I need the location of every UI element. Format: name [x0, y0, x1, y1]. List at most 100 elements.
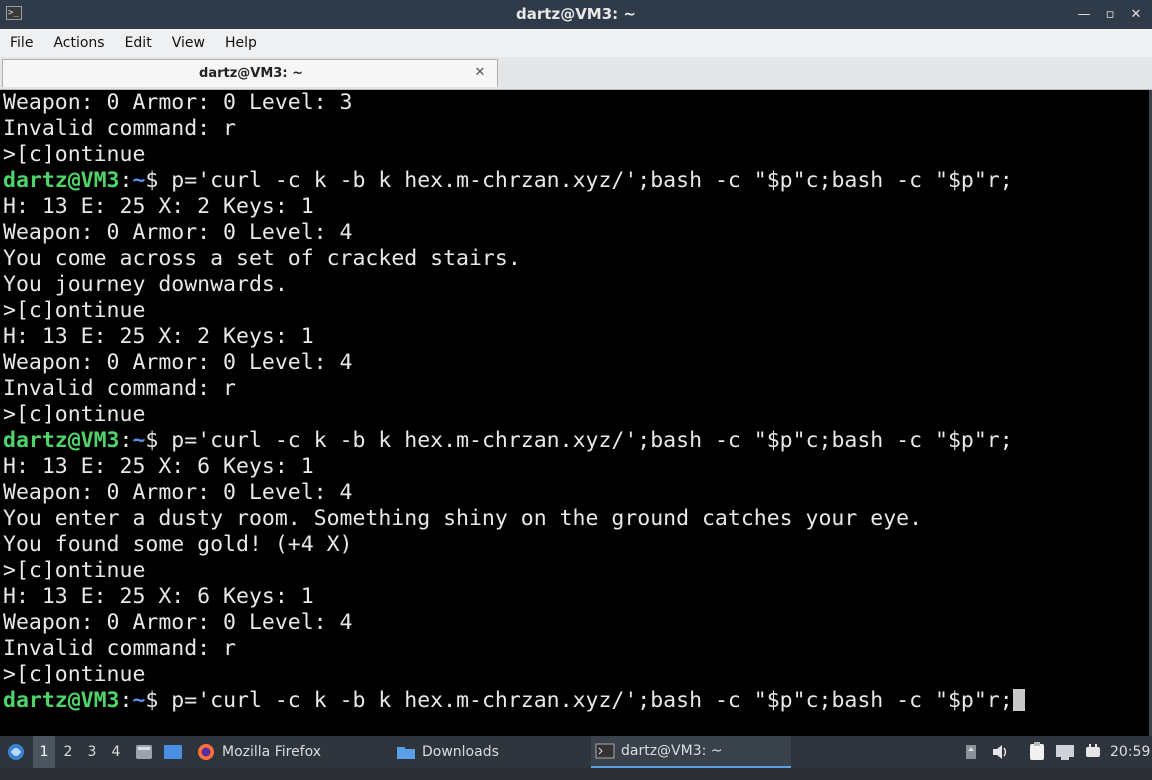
workspace-1[interactable]: 1 [33, 736, 55, 768]
prompt-dollar: $ [145, 168, 159, 193]
output-text: Invalid command: r [3, 636, 236, 661]
tab-terminal[interactable]: dartz@VM3: ~ ✕ [2, 59, 498, 87]
terminal-output-line: You journey downwards. [0, 272, 1149, 298]
output-text: Invalid command: r [3, 116, 236, 141]
restore-icon[interactable]: ▫ [1102, 7, 1118, 23]
terminal-output-line: Invalid command: r [0, 116, 1149, 142]
tab-label: dartz@VM3: ~ [199, 66, 303, 81]
output-text: >[c]ontinue [3, 558, 146, 583]
menu-view[interactable]: View [162, 29, 215, 57]
prompt-separator: : [119, 428, 133, 453]
menu-help[interactable]: Help [215, 29, 267, 57]
output-text: You journey downwards. [3, 272, 288, 297]
close-icon[interactable]: ✕ [1128, 7, 1144, 23]
output-text: >[c]ontinue [3, 662, 146, 687]
taskbar-window-downloads[interactable]: Downloads [392, 736, 503, 768]
taskbar-window-terminal[interactable]: dartz@VM3: ~ [591, 736, 791, 768]
window-controls: — ▫ ✕ [1076, 0, 1144, 29]
show-desktop-icon[interactable] [162, 736, 184, 768]
output-text: Weapon: 0 Armor: 0 Level: 4 [3, 610, 353, 635]
terminal-output-line: You found some gold! (+4 X) [0, 532, 1149, 558]
output-text: You found some gold! (+4 X) [3, 532, 353, 557]
terminal-output-line: Invalid command: r [0, 376, 1149, 402]
taskbar-window-firefox[interactable]: Mozilla Firefox [192, 736, 325, 768]
clipboard-icon[interactable] [1027, 736, 1047, 768]
minimize-icon[interactable]: — [1076, 7, 1092, 23]
output-text: H: 13 E: 25 X: 2 Keys: 1 [3, 324, 314, 349]
prompt-separator: : [119, 168, 133, 193]
terminal-command-line: dartz@VM3:~$ p='curl -c k -b k hex.m-chr… [0, 688, 1149, 714]
terminal-output-line: >[c]ontinue [0, 662, 1149, 688]
power-icon[interactable] [1083, 736, 1103, 768]
firefox-icon [198, 744, 214, 760]
menu-edit[interactable]: Edit [115, 29, 162, 57]
window-title: dartz@VM3: ~ [516, 5, 636, 23]
start-menu-icon[interactable] [4, 736, 28, 768]
output-text: H: 13 E: 25 X: 6 Keys: 1 [3, 454, 314, 479]
terminal-output-line: H: 13 E: 25 X: 6 Keys: 1 [0, 584, 1149, 610]
terminal-output-line: H: 13 E: 25 X: 2 Keys: 1 [0, 324, 1149, 350]
terminal-cursor [1012, 689, 1025, 711]
workspace-4[interactable]: 4 [105, 736, 127, 768]
prompt-dollar: $ [145, 428, 159, 453]
output-text: Weapon: 0 Armor: 0 Level: 4 [3, 480, 353, 505]
taskbar-window-label: Downloads [422, 744, 499, 760]
tab-bar: dartz@VM3: ~ ✕ [0, 57, 1152, 90]
terminal-output-line: Weapon: 0 Armor: 0 Level: 4 [0, 220, 1149, 246]
clock[interactable]: 20:59 [1110, 736, 1150, 768]
workspace-2[interactable]: 2 [57, 736, 79, 768]
terminal-output-line: >[c]ontinue [0, 402, 1149, 428]
output-text: Weapon: 0 Armor: 0 Level: 4 [3, 350, 353, 375]
upload-icon[interactable] [963, 736, 979, 768]
terminal-icon [595, 743, 615, 759]
prompt-user: dartz@VM3 [3, 428, 120, 453]
terminal-output-line: Weapon: 0 Armor: 0 Level: 4 [0, 480, 1149, 506]
terminal-output-line: Invalid command: r [0, 636, 1149, 662]
file-manager-icon[interactable] [134, 736, 154, 768]
menu-bar: File Actions Edit View Help [0, 29, 1152, 57]
prompt-path: ~ [132, 688, 146, 713]
prompt-path: ~ [132, 168, 146, 193]
output-text: H: 13 E: 25 X: 6 Keys: 1 [3, 584, 314, 609]
network-icon[interactable] [1054, 736, 1076, 768]
terminal-output-line: >[c]ontinue [0, 142, 1149, 168]
terminal-output-line: H: 13 E: 25 X: 6 Keys: 1 [0, 454, 1149, 480]
output-text: >[c]ontinue [3, 402, 146, 427]
prompt-dollar: $ [145, 688, 159, 713]
folder-icon [397, 747, 415, 759]
output-text: Invalid command: r [3, 376, 236, 401]
menu-actions[interactable]: Actions [43, 29, 114, 57]
taskbar: 1 2 3 4 Mozilla Firefox Downloads dartz@… [0, 736, 1152, 768]
window-titlebar[interactable]: >_ dartz@VM3: ~ — ▫ ✕ [0, 0, 1152, 29]
taskbar-window-label: Mozilla Firefox [222, 744, 322, 760]
tab-close-icon[interactable]: ✕ [473, 66, 487, 80]
output-text: You come across a set of cracked stairs. [3, 246, 521, 271]
terminal-output-line: H: 13 E: 25 X: 2 Keys: 1 [0, 194, 1149, 220]
terminal-output-line: Weapon: 0 Armor: 0 Level: 4 [0, 610, 1149, 636]
output-text: Weapon: 0 Armor: 0 Level: 3 [3, 90, 353, 115]
volume-icon[interactable] [990, 736, 1010, 768]
command-text: p='curl -c k -b k hex.m-chrzan.xyz/';bas… [158, 688, 1013, 713]
terminal-output[interactable]: Weapon: 0 Armor: 0 Level: 3 Invalid comma… [0, 90, 1149, 736]
output-text: Weapon: 0 Armor: 0 Level: 4 [3, 220, 353, 245]
prompt-user: dartz@VM3 [3, 168, 120, 193]
terminal-command-line: dartz@VM3:~$ p='curl -c k -b k hex.m-chr… [0, 428, 1149, 454]
prompt-separator: : [119, 688, 133, 713]
terminal-output-line: You enter a dusty room. Something shiny … [0, 506, 1149, 532]
workspace-3[interactable]: 3 [81, 736, 103, 768]
terminal-command-line: dartz@VM3:~$ p='curl -c k -b k hex.m-chr… [0, 168, 1149, 194]
output-text: H: 13 E: 25 X: 2 Keys: 1 [3, 194, 314, 219]
terminal-output-line: Weapon: 0 Armor: 0 Level: 4 [0, 350, 1149, 376]
command-text: p='curl -c k -b k hex.m-chrzan.xyz/';bas… [158, 428, 1013, 453]
prompt-path: ~ [132, 428, 146, 453]
output-text: >[c]ontinue [3, 298, 146, 323]
terminal-output-line: >[c]ontinue [0, 558, 1149, 584]
terminal-output-line: >[c]ontinue [0, 298, 1149, 324]
terminal-output-line: Weapon: 0 Armor: 0 Level: 3 [0, 90, 1149, 116]
terminal-output-line: You come across a set of cracked stairs. [0, 246, 1149, 272]
taskbar-window-label: dartz@VM3: ~ [621, 743, 723, 759]
output-text: You enter a dusty room. Something shiny … [3, 506, 923, 531]
output-text: >[c]ontinue [3, 142, 146, 167]
prompt-user: dartz@VM3 [3, 688, 120, 713]
menu-file[interactable]: File [0, 29, 43, 57]
